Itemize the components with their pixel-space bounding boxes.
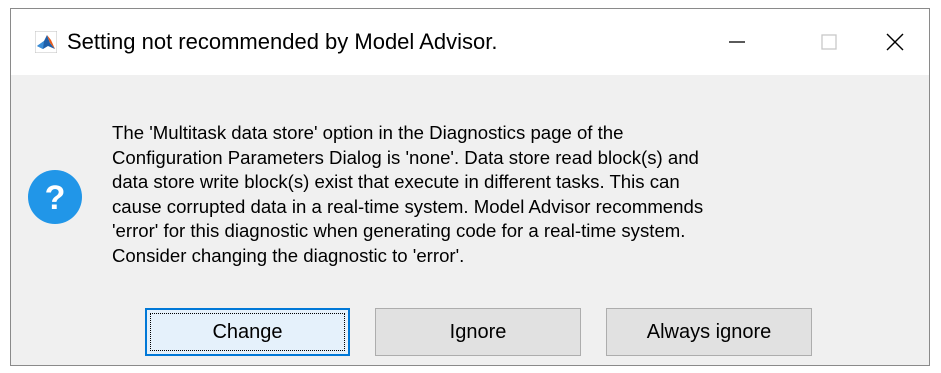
- always-ignore-button-label: Always ignore: [646, 320, 772, 343]
- message-line: Consider changing the diagnostic to 'err…: [112, 244, 465, 266]
- message-line: 'error' for this diagnostic when generat…: [112, 220, 686, 242]
- message-line: Configuration Parameters Dialog is 'none…: [112, 146, 699, 168]
- ignore-button[interactable]: Ignore: [375, 308, 581, 356]
- question-icon: ?: [28, 170, 82, 224]
- close-icon: [886, 33, 904, 51]
- always-ignore-button[interactable]: Always ignore: [606, 308, 812, 356]
- message-line: The 'Multitask data store' option in the…: [112, 122, 624, 143]
- focus-ring: [150, 313, 345, 351]
- minimize-icon: [729, 41, 745, 43]
- window-title: Setting not recommended by Model Advisor…: [67, 29, 498, 54]
- change-button[interactable]: Change: [145, 308, 350, 356]
- message-line: data store write block(s) exist that exe…: [112, 171, 680, 193]
- dialog-window: Setting not recommended by Model Advisor…: [10, 8, 930, 366]
- title-bar[interactable]: Setting not recommended by Model Advisor…: [11, 9, 929, 75]
- svg-text:?: ?: [45, 179, 66, 217]
- dialog-content: ? The 'Multitask data store' option in t…: [11, 75, 929, 367]
- maximize-icon: [821, 34, 837, 50]
- close-button[interactable]: [859, 9, 931, 75]
- minimize-button[interactable]: [691, 9, 783, 75]
- dialog-message: The 'Multitask data store' option in the…: [112, 121, 852, 269]
- ignore-button-label: Ignore: [449, 320, 507, 343]
- matlab-app-icon: [35, 31, 57, 53]
- message-line: cause corrupted data in a real-time syst…: [112, 195, 704, 217]
